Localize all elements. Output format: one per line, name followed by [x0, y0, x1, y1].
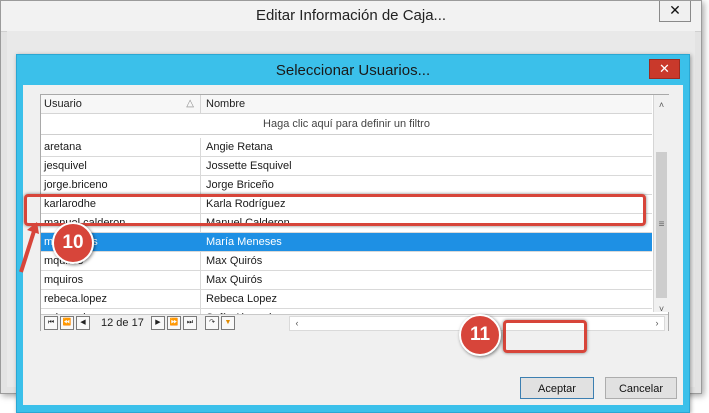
pointer-arrow-icon: [19, 222, 39, 273]
grid-header: Usuario △ Nombre: [41, 95, 652, 114]
first-record-icon[interactable]: ⏮: [44, 316, 58, 330]
cell-nombre: María Meneses: [206, 236, 282, 248]
sort-ascending-icon: △: [186, 98, 194, 109]
grid-rows: aretana Angie Retana jesquivel Jossette …: [41, 138, 652, 328]
cell-nombre: Jorge Briceño: [206, 179, 274, 191]
cell-usuario: jorge.briceno: [41, 176, 201, 194]
accept-button[interactable]: Aceptar: [520, 377, 594, 399]
record-position: 12 de 17: [101, 317, 144, 329]
column-header-nombre[interactable]: Nombre: [202, 95, 652, 113]
outer-window-title: Editar Información de Caja...: [255, 7, 447, 24]
outer-title-bar: Editar Información de Caja... ✕: [1, 1, 701, 32]
next-page-icon[interactable]: ⏩: [167, 316, 181, 330]
table-row[interactable]: mquiros Max Quirós: [41, 271, 652, 290]
grip-icon: ≡: [658, 219, 665, 230]
next-record-icon[interactable]: ▶: [151, 316, 165, 330]
cell-usuario: mquiros: [41, 271, 201, 289]
row-highlight-annotation: [24, 194, 646, 226]
cell-nombre: Max Quirós: [206, 274, 263, 286]
outer-close-button[interactable]: ✕: [659, 1, 691, 22]
select-users-dialog: Seleccionar Usuarios... ✕ Usuario △ Nomb…: [16, 54, 690, 413]
dialog-close-button[interactable]: ✕: [649, 59, 680, 79]
dialog-title: Seleccionar Usuarios...: [275, 62, 431, 79]
cancel-button[interactable]: Cancelar: [605, 377, 677, 399]
column-header-usuario[interactable]: Usuario △: [41, 95, 201, 113]
cell-nombre: Max Quirós: [206, 255, 263, 267]
table-row[interactable]: rebeca.lopez Rebeca Lopez: [41, 290, 652, 309]
cell-nombre: Jossette Esquivel: [206, 160, 292, 172]
step-callout-11: 11: [459, 314, 501, 356]
table-row[interactable]: jorge.briceno Jorge Briceño: [41, 176, 652, 195]
dialog-client-area: Usuario △ Nombre Haga clic aquí para def…: [23, 85, 683, 405]
table-row[interactable]: mquiros Max Quirós: [41, 252, 652, 271]
refresh-icon[interactable]: ↷: [205, 316, 219, 330]
previous-record-icon[interactable]: ◀: [76, 316, 90, 330]
scroll-right-icon[interactable]: ›: [650, 317, 664, 330]
last-record-icon[interactable]: ⏭: [183, 316, 197, 330]
scroll-up-icon[interactable]: ˄: [654, 97, 669, 113]
filter-row[interactable]: Haga clic aquí para definir un filtro: [41, 114, 652, 135]
cell-usuario: aretana: [41, 138, 201, 156]
step-callout-10: 10: [52, 222, 94, 264]
column-header-label: Usuario: [44, 98, 82, 110]
table-row[interactable]: jesquivel Jossette Esquivel: [41, 157, 652, 176]
table-row-selected[interactable]: mmeneses María Meneses: [41, 233, 652, 252]
scrollbar-thumb[interactable]: ≡: [656, 152, 667, 298]
vertical-scrollbar[interactable]: ˄ ≡ ˅: [653, 95, 669, 314]
accept-highlight-annotation: [503, 320, 587, 353]
table-row[interactable]: aretana Angie Retana: [41, 138, 652, 157]
cell-nombre: Rebeca Lopez: [206, 293, 277, 305]
scroll-left-icon[interactable]: ‹: [290, 317, 304, 330]
previous-page-icon[interactable]: ⏪: [60, 316, 74, 330]
cell-usuario: rebeca.lopez: [41, 290, 201, 308]
filter-icon[interactable]: ▼: [221, 316, 235, 330]
cell-usuario: jesquivel: [41, 157, 201, 175]
cell-nombre: Angie Retana: [206, 141, 273, 153]
